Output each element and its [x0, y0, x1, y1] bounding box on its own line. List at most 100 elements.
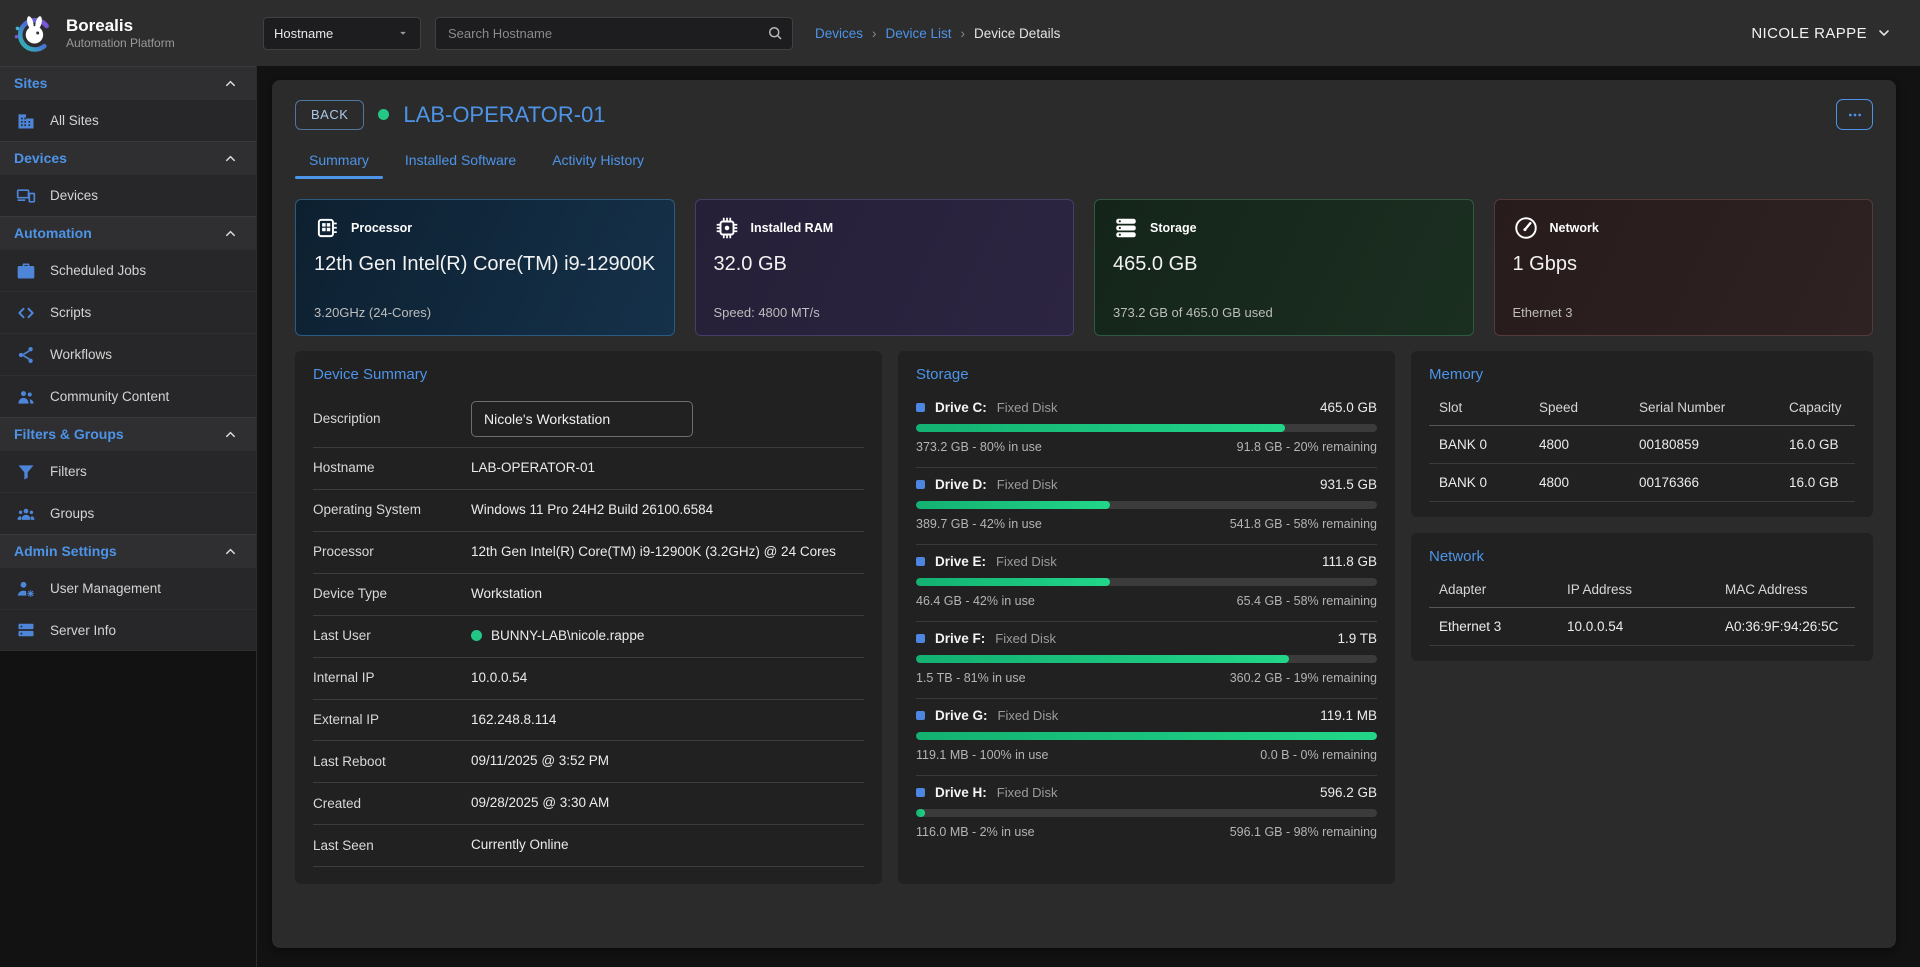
sidebar-item-label: Filters [50, 464, 87, 479]
summary-row-last-seen: Last SeenCurrently Online [313, 825, 864, 867]
drive-size: 596.2 GB [1320, 785, 1377, 800]
sidebar-section-label: Sites [14, 75, 47, 91]
stat-card-footer: 3.20GHz (24-Cores) [314, 305, 656, 320]
drive-used: 46.4 GB - 42% in use [916, 594, 1035, 608]
stat-cards-row: Processor 12th Gen Intel(R) Core(TM) i9-… [295, 199, 1873, 336]
column-header-adapter: Adapter [1439, 582, 1567, 597]
summary-value: 12th Gen Intel(R) Core(TM) i9-12900K (3.… [471, 542, 864, 563]
cell: 4800 [1539, 475, 1639, 490]
summary-value: 162.248.8.114 [471, 710, 864, 731]
filter-icon [16, 462, 36, 482]
drive-used: 116.0 MB - 2% in use [916, 825, 1035, 839]
cell: 00180859 [1639, 437, 1789, 452]
hostname-filter-select[interactable]: Hostname [263, 17, 421, 50]
description-input[interactable] [471, 401, 693, 437]
network-panel-title: Network [1429, 548, 1855, 565]
drive-type: Fixed Disk [998, 708, 1059, 723]
sidebar-item-groups[interactable]: Groups [0, 492, 256, 534]
drive-size: 931.5 GB [1320, 477, 1377, 492]
chevron-up-icon [223, 76, 238, 91]
summary-row-description: Description [313, 391, 864, 448]
sidebar-section-filters-groups[interactable]: Filters & Groups [0, 417, 256, 450]
network-panel: Network AdapterIP AddressMAC Address Eth… [1411, 533, 1873, 661]
stat-card-label: Storage [1150, 221, 1197, 235]
search-input[interactable] [435, 17, 793, 50]
sidebar-section-label: Filters & Groups [14, 426, 124, 442]
drive-remaining: 360.2 GB - 19% remaining [1230, 671, 1377, 685]
stat-card-value: 12th Gen Intel(R) Core(TM) i9-12900K [314, 253, 656, 276]
summary-row-last-reboot: Last Reboot09/11/2025 @ 3:52 PM [313, 741, 864, 783]
drive-name: Drive C: [935, 400, 987, 415]
breadcrumb-item-device-list[interactable]: Device List [886, 26, 952, 41]
drive-remaining: 541.8 GB - 58% remaining [1230, 517, 1377, 531]
device-summary-panel: Device Summary Description HostnameLAB-O… [295, 351, 882, 884]
drive-used: 389.7 GB - 42% in use [916, 517, 1042, 531]
summary-label: Created [313, 795, 463, 813]
drive-remaining: 65.4 GB - 58% remaining [1237, 594, 1377, 608]
drive-size: 1.9 TB [1337, 631, 1377, 646]
ellipsis-icon [1847, 107, 1863, 123]
drive-name: Drive F: [935, 631, 985, 646]
user-gear-icon [16, 579, 36, 599]
sidebar-item-scripts[interactable]: Scripts [0, 291, 256, 333]
memory-table-header: SlotSpeedSerial NumberCapacity [1429, 391, 1855, 426]
sidebar-item-label: All Sites [50, 113, 99, 128]
search-icon[interactable] [766, 24, 784, 42]
summary-label: Processor [313, 543, 463, 561]
sidebar-item-label: Devices [50, 188, 98, 203]
sidebar-section-label: Devices [14, 150, 67, 166]
drive-type: Fixed Disk [995, 631, 1056, 646]
summary-label: Device Type [313, 585, 463, 603]
summary-label: Hostname [313, 459, 463, 477]
sidebar-section-admin-settings[interactable]: Admin Settings [0, 534, 256, 567]
user-menu[interactable]: NICOLE RAPPE [1751, 25, 1920, 42]
sidebar-item-server-info[interactable]: Server Info [0, 609, 256, 651]
tab-summary[interactable]: Summary [295, 144, 383, 179]
sidebar-item-user-management[interactable]: User Management [0, 567, 256, 609]
sidebar-item-all-sites[interactable]: All Sites [0, 99, 256, 141]
stat-card-footer: Ethernet 3 [1513, 305, 1855, 320]
summary-label: Operating System [313, 501, 463, 519]
sidebar-item-filters[interactable]: Filters [0, 450, 256, 492]
sidebar-item-scheduled-jobs[interactable]: Scheduled Jobs [0, 249, 256, 291]
groups-icon [16, 504, 36, 524]
drive-type: Fixed Disk [996, 554, 1057, 569]
stat-card-installed-ram: Installed RAM 32.0 GB Speed: 4800 MT/s [695, 199, 1075, 336]
brand-logo-area[interactable]: Borealis Automation Platform [0, 11, 257, 55]
drive-type: Fixed Disk [997, 477, 1058, 492]
breadcrumb-item-devices[interactable]: Devices [815, 26, 863, 41]
top-bar: Borealis Automation Platform Hostname De… [0, 0, 1920, 66]
breadcrumb-separator: › [961, 26, 966, 41]
summary-row-hostname: Hostname LAB-OPERATOR-01 [313, 448, 864, 490]
workflow-icon [16, 345, 36, 365]
back-button[interactable]: BACK [295, 100, 364, 130]
drive-bullet-icon [916, 480, 925, 489]
summary-value: LAB-OPERATOR-01 [471, 458, 864, 479]
stat-card-label: Processor [351, 221, 412, 235]
summary-label: Last User [313, 627, 463, 645]
sidebar-item-workflows[interactable]: Workflows [0, 333, 256, 375]
summary-row-internal-ip: Internal IP10.0.0.54 [313, 658, 864, 700]
memory-row: BANK 048000018085916.0 GB [1429, 426, 1855, 464]
sidebar-item-community-content[interactable]: Community Content [0, 375, 256, 417]
cell: 16.0 GB [1789, 437, 1855, 452]
drive-drive-h: Drive H: Fixed Disk 596.2 GB 116.0 MB - … [916, 776, 1377, 852]
sidebar-section-devices[interactable]: Devices [0, 141, 256, 174]
column-header-speed: Speed [1539, 400, 1639, 415]
drive-bullet-icon [916, 403, 925, 412]
tab-bar: SummaryInstalled SoftwareActivity Histor… [295, 144, 1873, 179]
tab-installed-software[interactable]: Installed Software [391, 144, 530, 179]
sidebar-section-sites[interactable]: Sites [0, 66, 256, 99]
sidebar-section-automation[interactable]: Automation [0, 216, 256, 249]
summary-label: Internal IP [313, 669, 463, 687]
stat-card-processor: Processor 12th Gen Intel(R) Core(TM) i9-… [295, 199, 675, 336]
tab-activity-history[interactable]: Activity History [538, 144, 658, 179]
sidebar-item-devices[interactable]: Devices [0, 174, 256, 216]
brand-subtitle: Automation Platform [66, 36, 175, 50]
more-options-button[interactable] [1836, 99, 1873, 130]
drive-size: 111.8 GB [1322, 554, 1377, 569]
column-header-mac-address: MAC Address [1725, 582, 1855, 597]
summary-value: 09/28/2025 @ 3:30 AM [471, 793, 864, 814]
drive-bullet-icon [916, 711, 925, 720]
summary-row-created: Created 09/28/2025 @ 3:30 AM [313, 783, 864, 825]
